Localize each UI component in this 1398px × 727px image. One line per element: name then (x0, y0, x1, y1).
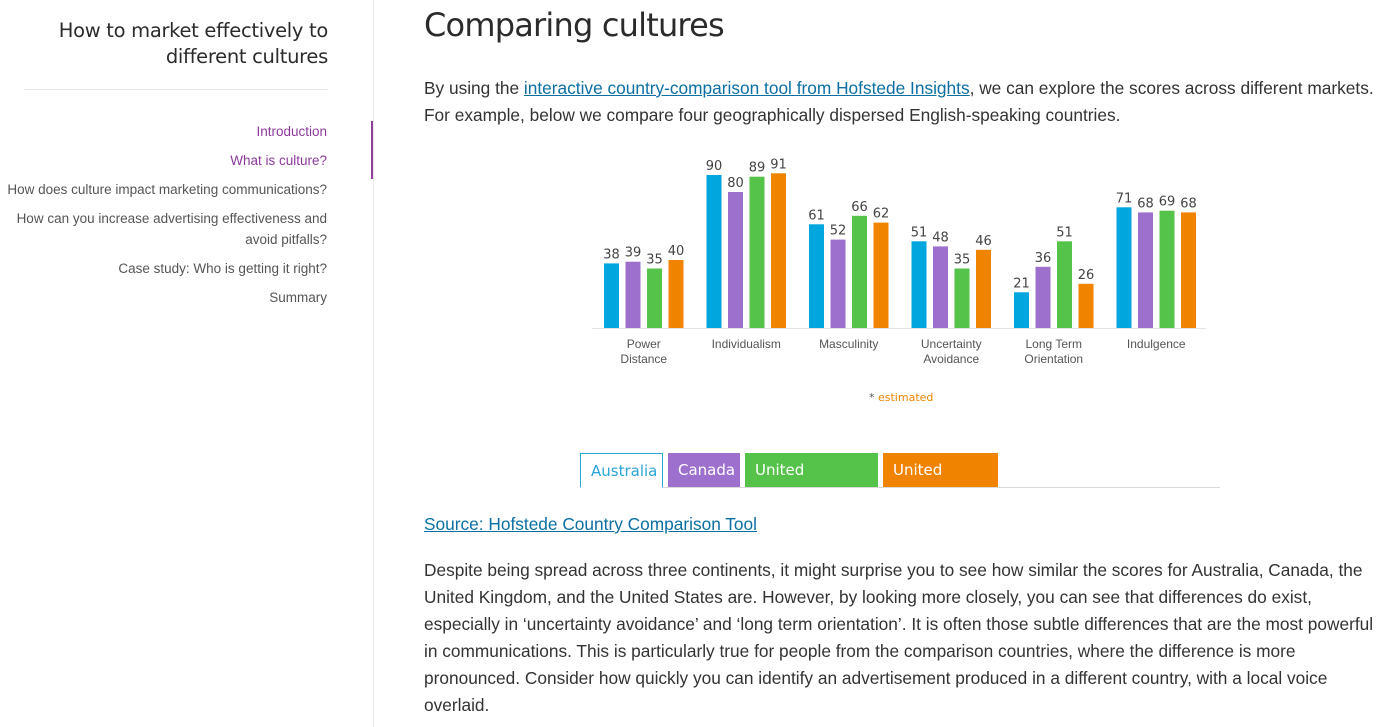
bar-united-kingdom (647, 268, 662, 328)
intro-text-before: By using the (424, 78, 524, 98)
sidebar: How to market effectively to different c… (0, 0, 374, 727)
culture-comparison-chart: 38 39 35 40 Power Distance 90 80 89 91 Individuali… (590, 150, 1220, 410)
data-label: 71 (1116, 191, 1133, 206)
data-label: 51 (911, 225, 928, 240)
data-label: 39 (625, 246, 642, 261)
data-label: 40 (668, 244, 685, 259)
tab-canada[interactable]: Canada (668, 453, 740, 487)
bar-canada (625, 261, 641, 328)
bar-canada (1138, 212, 1153, 328)
nav-item-what-is-culture[interactable]: What is culture? (7, 150, 327, 171)
bar-united-kingdom (749, 176, 765, 328)
nav-item-advertising-effectiveness[interactable]: How can you increase advertising effecti… (7, 208, 327, 250)
category-label: Distance (620, 352, 667, 366)
source: Source: Hofstede Country Comparison Tool (424, 514, 757, 535)
bar-canada (830, 239, 846, 328)
data-label: 68 (1137, 196, 1154, 211)
bar-united-kingdom (954, 268, 970, 328)
bar-canada (1035, 266, 1051, 328)
intro-paragraph: By using the interactive country-compari… (424, 75, 1374, 129)
nav-item-case-study[interactable]: Case study: Who is getting it right? (7, 258, 327, 279)
data-label: 80 (727, 176, 744, 191)
country-tabs: Australia Canada United Kingdom United S… (580, 453, 1220, 513)
data-label: 62 (873, 207, 890, 222)
category-label: Masculinity (819, 337, 878, 351)
data-label: 36 (1035, 251, 1052, 266)
estimated-label: estimated (878, 391, 934, 404)
nav-item-summary[interactable]: Summary (7, 287, 327, 308)
nav-item-introduction[interactable]: Introduction (7, 121, 327, 142)
data-label: 89 (749, 161, 766, 176)
data-label: 35 (954, 253, 971, 268)
body-paragraph: Despite being spread across three contin… (424, 560, 1374, 715)
data-label: 69 (1159, 195, 1176, 210)
bar-australia (809, 224, 824, 328)
data-label: 61 (808, 208, 825, 223)
bar-united-states (1181, 212, 1196, 328)
data-label: 38 (603, 247, 620, 262)
category-label: Long Term (1026, 337, 1082, 351)
bar-canada (728, 192, 743, 328)
bar-united-kingdom (1057, 241, 1072, 328)
estimated-note: * estimated (869, 391, 933, 404)
hofstede-tool-link[interactable]: interactive country-comparison tool from… (524, 78, 970, 98)
category-label: Indulgence (1127, 337, 1186, 351)
data-label: 90 (706, 159, 723, 174)
bar-australia (1116, 207, 1132, 328)
bar-australia (911, 241, 927, 328)
category-label: Individualism (712, 337, 781, 351)
source-link[interactable]: Source: Hofstede Country Comparison Tool (424, 514, 757, 534)
active-section-indicator (371, 121, 373, 179)
bar-australia (1014, 292, 1029, 328)
page-title: Comparing cultures (424, 6, 725, 44)
data-label: 48 (932, 230, 949, 245)
bar-united-kingdom (852, 215, 867, 328)
bar-united-states (668, 260, 684, 328)
data-label: 35 (646, 253, 663, 268)
tab-united-states[interactable]: United States (883, 453, 998, 513)
category-label: Uncertainty (921, 337, 982, 351)
category-label: Avoidance (923, 352, 979, 366)
bar-united-kingdom (1159, 210, 1175, 328)
data-label: 26 (1078, 268, 1095, 283)
bar-united-states (976, 249, 991, 328)
bar-united-states (873, 222, 889, 328)
chart-svg: 38 39 35 40 PowerDistance 90 80 89 91 Individuali… (592, 157, 1206, 366)
data-label: 68 (1180, 196, 1197, 211)
sidebar-title: How to market effectively to different c… (58, 19, 329, 68)
data-label: 66 (851, 200, 868, 215)
bar-united-states (771, 173, 786, 328)
sidebar-nav: Introduction What is culture? How does c… (7, 121, 327, 316)
sidebar-divider (24, 89, 328, 90)
data-label: 21 (1013, 276, 1030, 291)
bar-australia (604, 263, 619, 328)
bar-canada (933, 246, 948, 328)
data-label: 46 (975, 234, 992, 249)
data-label: 51 (1056, 225, 1073, 240)
bar-united-states (1078, 283, 1094, 328)
bar-australia (706, 175, 722, 328)
nav-item-culture-impact[interactable]: How does culture impact marketing commun… (7, 179, 327, 200)
data-label: 91 (770, 157, 787, 172)
tab-united-kingdom[interactable]: United Kingdom (745, 453, 878, 513)
category-label: Orientation (1024, 352, 1083, 366)
estimated-star: * (869, 391, 875, 404)
data-label: 52 (830, 224, 847, 239)
tab-australia[interactable]: Australia (580, 453, 663, 488)
category-label: Power (627, 337, 661, 351)
